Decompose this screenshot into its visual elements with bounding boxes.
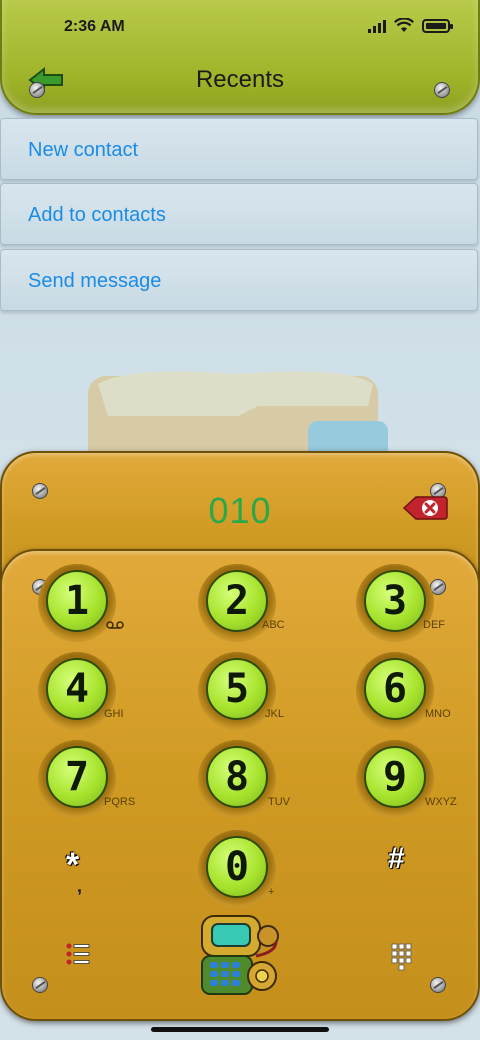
status-icons: [368, 18, 453, 33]
key-6-digit: 6: [364, 658, 426, 720]
screw-icon: [32, 977, 48, 993]
key-8[interactable]: 8: [198, 740, 276, 818]
screw-icon: [430, 977, 446, 993]
key-7-digit: 7: [46, 746, 108, 808]
call-icon[interactable]: [196, 912, 284, 998]
new-contact-option[interactable]: New contact: [0, 118, 478, 180]
key-0-digit: 0: [206, 836, 268, 898]
key-9-digit: 9: [364, 746, 426, 808]
battery-icon: [422, 18, 453, 33]
key-5-letters: JKL: [265, 708, 284, 720]
status-time: 2:36 AM: [64, 18, 125, 35]
signal-icon: [368, 19, 386, 33]
backspace-icon[interactable]: [402, 494, 448, 522]
key-1[interactable]: 1: [38, 564, 116, 642]
key-3-digit: 3: [364, 570, 426, 632]
key-2-digit: 2: [206, 570, 268, 632]
key-star-comma: ,: [77, 876, 83, 896]
key-3-letters: DEF: [423, 619, 445, 631]
key-6-letters: MNO: [425, 708, 451, 720]
header-bar: 2:36 AM Recents: [0, 0, 480, 115]
key-8-letters: TUV: [268, 796, 290, 808]
keypad-icon[interactable]: [391, 943, 413, 971]
wifi-icon: [394, 18, 414, 32]
home-indicator[interactable]: [151, 1027, 329, 1032]
key-hash[interactable]: #: [388, 842, 405, 876]
key-2-letters: ABC: [262, 619, 285, 631]
key-9-letters: WXYZ: [425, 796, 457, 808]
key-4-digit: 4: [46, 658, 108, 720]
key-5-digit: 5: [206, 658, 268, 720]
key-4-letters: GHI: [104, 708, 124, 720]
voicemail-icon: [106, 621, 124, 629]
page-title: Recents: [195, 66, 285, 93]
key-9[interactable]: 9: [356, 740, 434, 818]
key-0-plus: +: [268, 886, 275, 898]
key-8-digit: 8: [206, 746, 268, 808]
key-0[interactable]: 0: [198, 830, 276, 908]
list-icon[interactable]: [66, 943, 90, 965]
key-6[interactable]: 6: [356, 652, 434, 730]
send-message-option[interactable]: Send message: [0, 249, 478, 311]
key-7-letters: PQRS: [104, 796, 136, 808]
key-1-digit: 1: [46, 570, 108, 632]
add-to-contacts-option[interactable]: Add to contacts: [0, 183, 478, 245]
